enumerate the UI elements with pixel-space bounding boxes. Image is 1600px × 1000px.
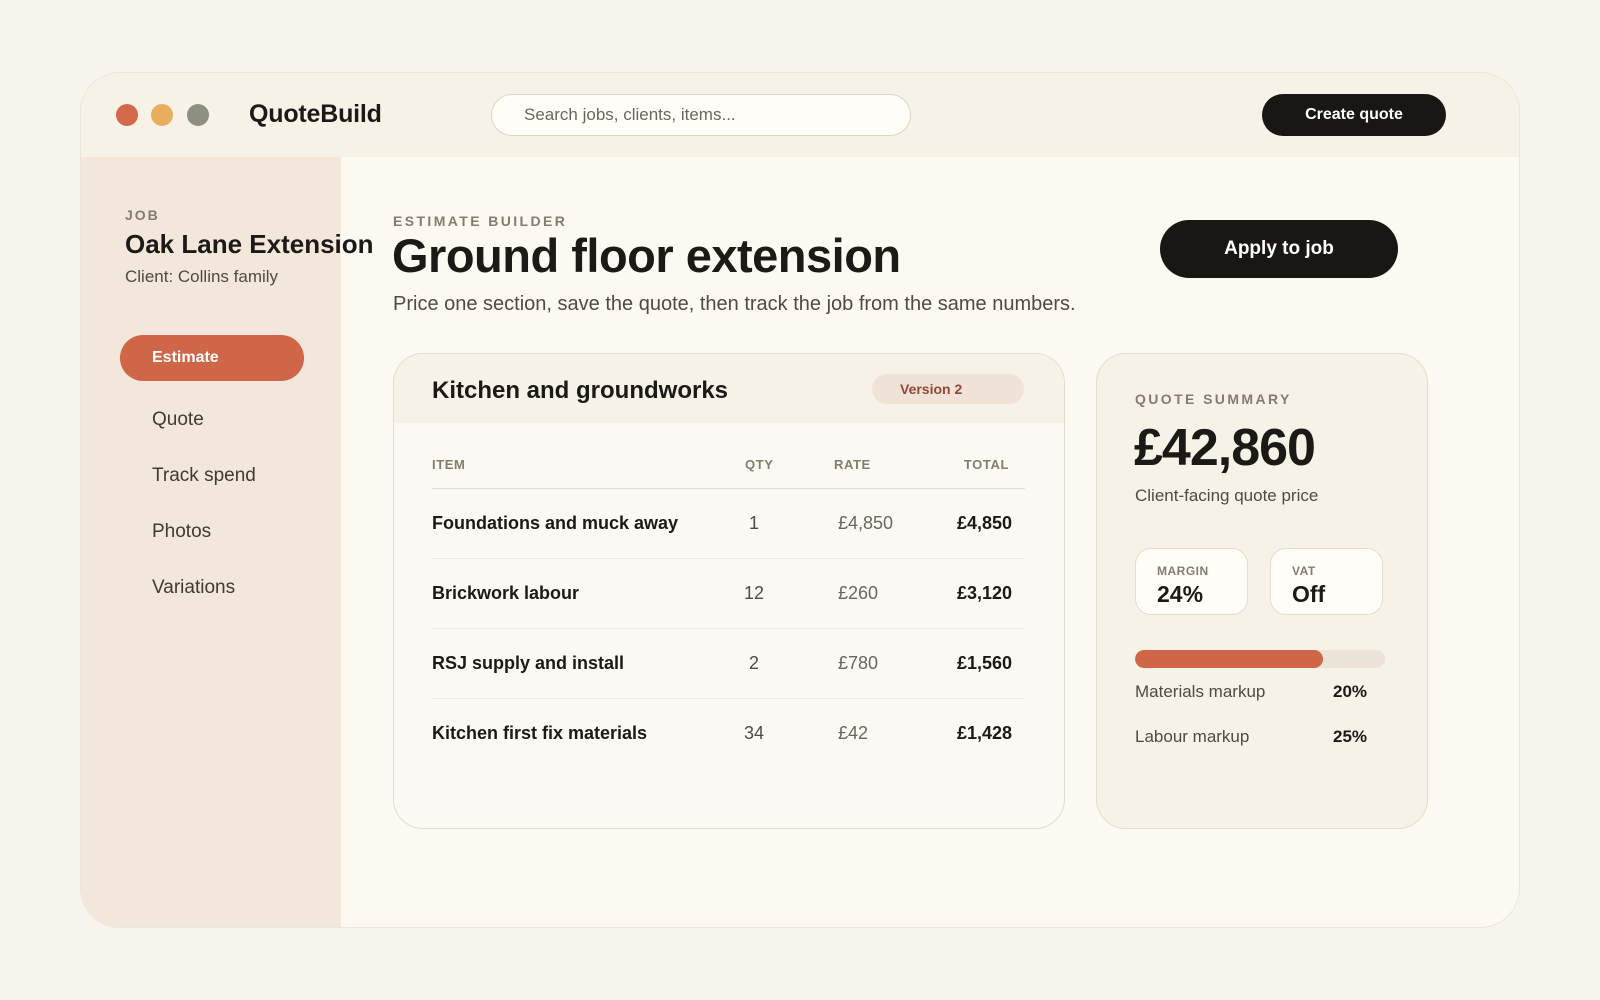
- row-rate: £780: [838, 653, 879, 673]
- close-window-icon[interactable]: [116, 104, 138, 126]
- row-item: Foundations and muck away: [432, 513, 679, 533]
- sidebar-item-label: Quote: [152, 409, 204, 430]
- labour-markup-label: Labour markup: [1135, 727, 1250, 746]
- row-qty: 12: [744, 583, 765, 603]
- row-total: £3,120: [956, 583, 1012, 603]
- estimate-card-header: Kitchen and groundworks Version 2: [394, 354, 1064, 423]
- vat-label: VAT: [1292, 564, 1316, 578]
- search-bar[interactable]: [491, 94, 911, 136]
- table-row[interactable]: RSJ supply and install 2 £780 £1,560: [394, 629, 1064, 699]
- sidebar-item-variations[interactable]: Variations: [120, 565, 304, 611]
- vat-value: Off: [1292, 581, 1326, 607]
- quote-price-caption: Client-facing quote price: [1135, 486, 1319, 505]
- page-subtitle: Price one section, save the quote, then …: [393, 293, 1076, 315]
- job-label: JOB: [125, 207, 160, 223]
- table-row[interactable]: Kitchen first fix materials 34 £42 £1,42…: [394, 699, 1064, 769]
- row-total: £1,428: [956, 723, 1012, 743]
- row-item: Kitchen first fix materials: [432, 723, 648, 743]
- row-rate: £42: [838, 723, 869, 743]
- section-title: Kitchen and groundworks: [432, 377, 729, 404]
- margin-stat[interactable]: MARGIN 24%: [1135, 548, 1248, 615]
- quote-price: £42,860: [1134, 419, 1316, 477]
- summary-eyebrow: QUOTE SUMMARY: [1135, 391, 1292, 407]
- page-title: Ground floor extension: [392, 229, 901, 282]
- title-bar: QuoteBuild Create quote: [81, 73, 1519, 157]
- sidebar-item-label: Estimate: [152, 349, 219, 366]
- markup-progress-bar: [1135, 650, 1385, 668]
- column-header-qty: QTY: [745, 457, 774, 472]
- estimate-card: Kitchen and groundworks Version 2 ITEM Q…: [393, 353, 1065, 829]
- row-total: £4,850: [956, 513, 1012, 533]
- page-eyebrow: ESTIMATE BUILDER: [393, 213, 568, 229]
- sidebar-item-label: Photos: [152, 521, 212, 542]
- row-item: RSJ supply and install: [432, 653, 625, 673]
- margin-value: 24%: [1157, 581, 1204, 607]
- main-content: ESTIMATE BUILDER Ground floor extension …: [341, 157, 1519, 927]
- create-quote-button[interactable]: Create quote: [1262, 94, 1446, 136]
- materials-markup-value: 20%: [1333, 682, 1368, 701]
- search-input[interactable]: [510, 105, 910, 125]
- sidebar-item-label: Variations: [152, 577, 236, 598]
- row-item: Brickwork labour: [432, 583, 580, 603]
- app-window: QuoteBuild Create quote JOB Oak Lane Ext…: [80, 72, 1520, 928]
- row-total: £1,560: [956, 653, 1012, 673]
- table-row[interactable]: Brickwork labour 12 £260 £3,120: [394, 559, 1064, 629]
- sidebar-item-quote[interactable]: Quote: [120, 397, 304, 443]
- sidebar-item-estimate[interactable]: Estimate: [120, 335, 304, 381]
- row-qty: 34: [744, 723, 765, 743]
- zoom-window-icon[interactable]: [187, 104, 209, 126]
- sidebar-item-track-spend[interactable]: Track spend: [120, 453, 304, 499]
- column-header-total: TOTAL: [963, 457, 1009, 472]
- sidebar-item-label: Track spend: [152, 465, 256, 486]
- column-header-rate: RATE: [834, 457, 871, 472]
- job-title: Oak Lane Extension: [125, 229, 374, 259]
- apply-to-job-button[interactable]: Apply to job: [1160, 220, 1398, 278]
- table-row[interactable]: Foundations and muck away 1 £4,850 £4,85…: [394, 489, 1064, 559]
- minimize-window-icon[interactable]: [151, 104, 173, 126]
- sidebar-item-photos[interactable]: Photos: [120, 509, 304, 555]
- materials-markup-label: Materials markup: [1135, 682, 1266, 701]
- vat-stat[interactable]: VAT Off: [1270, 548, 1383, 615]
- quote-summary-card: QUOTE SUMMARY £42,860 Client-facing quot…: [1096, 353, 1428, 829]
- row-rate: £260: [838, 583, 879, 603]
- row-qty: 2: [749, 653, 760, 673]
- sidebar: JOB Oak Lane Extension Client: Collins f…: [81, 157, 374, 927]
- row-qty: 1: [749, 513, 760, 533]
- margin-label: MARGIN: [1157, 564, 1209, 578]
- row-rate: £4,850: [838, 513, 894, 533]
- version-badge[interactable]: Version 2: [872, 374, 1024, 404]
- job-client: Client: Collins family: [125, 267, 279, 286]
- column-header-item: ITEM: [432, 457, 466, 472]
- labour-markup-value: 25%: [1333, 727, 1368, 746]
- app-title: QuoteBuild: [249, 100, 382, 128]
- markup-progress-fill: [1135, 650, 1323, 668]
